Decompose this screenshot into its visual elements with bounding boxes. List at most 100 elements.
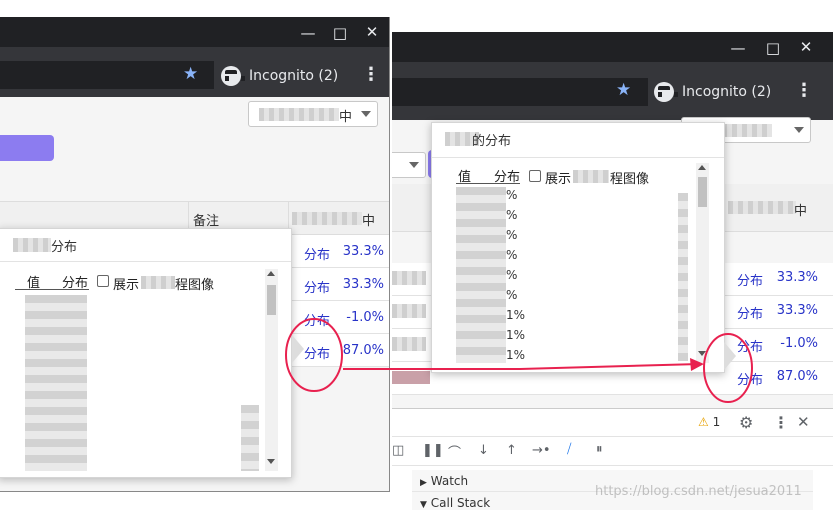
percent-value: -1.0%: [346, 310, 384, 325]
divider: [456, 183, 520, 184]
pct-value: %: [506, 248, 518, 262]
left-menu-kebab-icon[interactable]: ⋮: [362, 64, 380, 85]
blurred-image-column: [241, 405, 259, 471]
right-menu-kebab-icon[interactable]: ⋮: [795, 80, 813, 101]
scroll-thumb[interactable]: [267, 285, 276, 315]
show-image-checkbox[interactable]: [529, 170, 541, 182]
incognito-icon: [654, 82, 678, 102]
checkbox-label: 展示: [113, 278, 140, 293]
warning-icon: ⚠: [698, 415, 709, 429]
right-distribution-popup: 的分布 值 分布 展示 程图像 % % % % % % 1% 1% 1%: [431, 122, 725, 373]
percent-value: 33.3%: [776, 303, 818, 318]
blurred-text: [722, 124, 772, 137]
checkbox-label: 展示: [545, 172, 572, 187]
left-toolbar: ★ Incognito (2) ⋮: [0, 47, 389, 97]
distribution-link[interactable]: 分布: [304, 343, 330, 362]
pct-value: 1%: [506, 348, 526, 362]
blurred-cell: [392, 271, 426, 285]
left-top-select[interactable]: 中: [248, 101, 378, 127]
pct-value: %: [506, 208, 518, 222]
blurred-title: [13, 238, 51, 252]
left-browser-window: — □ ✕ ★ Incognito (2) ⋮ 中 备注 中 分布 33.3%: [0, 17, 390, 492]
percent-value: 87.0%: [342, 343, 384, 358]
pct-value: %: [506, 228, 518, 242]
scroll-up-icon[interactable]: [267, 271, 275, 276]
checkbox-label-suffix: 程图像: [175, 278, 215, 293]
incognito-icon: [221, 66, 245, 86]
right-title-bar: — □ ✕: [392, 32, 833, 62]
collapse-arrow-icon: ▼: [420, 500, 427, 510]
percent-value: 33.3%: [342, 244, 384, 259]
scroll-up-icon[interactable]: [698, 165, 706, 170]
warning-count[interactable]: ⚠ 1: [698, 415, 720, 429]
devtools-top-bar: ⚠ 1 ⚙ ⋮ ✕: [392, 409, 833, 437]
bookmark-star-icon[interactable]: ★: [616, 80, 631, 100]
step-over-icon[interactable]: ⌒: [448, 442, 461, 461]
pause-on-exceptions-icon[interactable]: ⏸: [596, 442, 603, 457]
distribution-link[interactable]: 分布: [304, 310, 330, 329]
table-header-note: 备注: [193, 214, 220, 229]
popup-scrollbar[interactable]: [696, 163, 709, 363]
distribution-link[interactable]: 分布: [737, 303, 763, 322]
minimize-icon[interactable]: —: [299, 24, 317, 42]
pct-value: %: [506, 288, 518, 302]
warning-count-label: 1: [712, 415, 721, 429]
right-toolbar: ★ Incognito (2) ⋮: [392, 62, 833, 120]
blurred-text: [259, 108, 339, 121]
right-address-bar[interactable]: [392, 78, 648, 106]
deactivate-breakpoints-icon[interactable]: ⧸: [567, 442, 571, 457]
maximize-icon[interactable]: □: [331, 24, 349, 42]
percent-value: 33.3%: [342, 277, 384, 292]
left-address-bar[interactable]: [0, 61, 214, 89]
divider: [15, 289, 89, 290]
devtools-kebab-icon[interactable]: ⋮: [773, 413, 789, 432]
bookmark-star-icon[interactable]: ★: [183, 64, 198, 84]
popup-scrollbar[interactable]: [265, 269, 278, 471]
popup-pointer: [724, 342, 736, 370]
distribution-link[interactable]: 分布: [737, 270, 763, 289]
close-icon[interactable]: ✕: [363, 23, 381, 41]
blurred-label: [141, 276, 175, 289]
divider: [432, 157, 724, 158]
blurred-values-column: [25, 295, 87, 471]
pause-icon[interactable]: ❚❚: [422, 443, 444, 458]
percent-value: 87.0%: [776, 369, 818, 384]
pct-value: %: [506, 268, 518, 282]
minimize-icon[interactable]: —: [729, 39, 747, 57]
settings-gear-icon[interactable]: ⚙: [739, 413, 753, 432]
step-out-icon[interactable]: ↑: [506, 443, 517, 458]
debugger-controls: ◫ ❚❚ ⌒ ↓ ↑ →• ⧸ ⏸: [392, 438, 833, 466]
distribution-link[interactable]: 分布: [304, 244, 330, 263]
step-into-icon[interactable]: ↓: [478, 443, 489, 458]
show-image-checkbox[interactable]: [97, 275, 109, 287]
toggle-sidebar-icon[interactable]: ◫: [392, 443, 404, 458]
maximize-icon[interactable]: □: [764, 39, 782, 57]
scroll-down-icon[interactable]: [267, 459, 275, 464]
blurred-cell: [392, 304, 426, 318]
blurred-header: [292, 212, 362, 225]
watch-label: Watch: [430, 474, 469, 488]
scroll-down-icon[interactable]: [698, 351, 706, 356]
incognito-label: Incognito (2): [682, 84, 772, 100]
pct-value: %: [506, 188, 518, 202]
chevron-down-icon: [409, 162, 419, 168]
right-table-header-right: 中: [794, 204, 808, 219]
distribution-link[interactable]: 分布: [304, 277, 330, 296]
left-purple-button[interactable]: [0, 135, 54, 161]
pct-value: 1%: [506, 328, 526, 342]
expand-arrow-icon: ▶: [420, 478, 427, 488]
popup-title: 的分布: [472, 134, 512, 149]
chevron-down-icon: [794, 127, 804, 133]
right-left-select[interactable]: [392, 152, 426, 178]
distribution-link[interactable]: 分布: [737, 369, 763, 388]
chevron-down-icon: [361, 111, 371, 117]
close-icon[interactable]: ✕: [797, 38, 815, 56]
distribution-link[interactable]: 分布: [737, 336, 763, 355]
percent-value: -1.0%: [780, 336, 818, 351]
devtools-close-icon[interactable]: ✕: [797, 413, 810, 431]
scroll-thumb[interactable]: [698, 177, 707, 207]
step-icon[interactable]: →•: [532, 443, 551, 458]
left-distribution-popup: 分布 值 分布 展示 程图像: [0, 228, 292, 478]
left-incognito-badge[interactable]: Incognito (2): [221, 63, 338, 89]
right-incognito-badge[interactable]: Incognito (2): [654, 79, 771, 105]
